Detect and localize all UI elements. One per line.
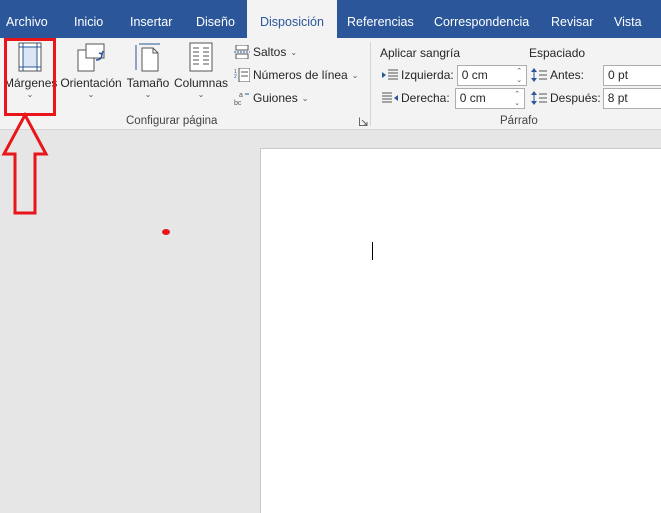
columns-label: Columnas: [173, 76, 229, 90]
chevron-down-icon: ⌄: [301, 93, 309, 103]
spin-arrows-icon[interactable]: ⌃ ⌄: [513, 90, 522, 108]
indent-title: Aplicar sangría: [380, 46, 461, 60]
spacing-before-label: Antes:: [550, 68, 585, 82]
spacing-before-icon: [531, 68, 547, 82]
spacing-before-row: Antes: 0 pt: [531, 64, 661, 86]
chevron-down-icon: ⌄: [87, 90, 95, 99]
annotation-up-arrow: [1, 112, 49, 215]
indent-right-label: Derecha:: [401, 91, 450, 105]
spin-arrows-icon[interactable]: ⌃ ⌄: [515, 67, 524, 85]
indent-left-row: Izquierda: 0 cm ⌃ ⌄: [382, 64, 527, 86]
line-numbers-icon: 1 2: [234, 68, 250, 82]
group-separator: [370, 42, 371, 126]
indent-left-label: Izquierda:: [401, 68, 454, 82]
spacing-before-value: 0 pt: [608, 67, 629, 82]
size-icon: [135, 43, 160, 72]
indent-left-icon: [382, 69, 398, 80]
size-label: Tamaño: [126, 76, 170, 90]
tab-vista[interactable]: Vista: [614, 0, 642, 38]
orientation-icon: [77, 43, 105, 72]
spacing-after-row: Después: 8 pt: [531, 87, 661, 109]
line-numbers-label: Números de línea: [253, 68, 348, 82]
page-setup-group-label: Configurar página: [126, 115, 218, 127]
tab-correspondencia[interactable]: Correspondencia: [434, 0, 529, 38]
text-cursor: [372, 242, 373, 260]
ribbon-panel: Márgenes ⌄ Orientación ⌄ Tamaño ⌄ Column…: [0, 38, 661, 130]
indent-right-row: Derecha: 0 cm ⌃ ⌄: [382, 87, 525, 109]
paragraph-group-label: Párrafo: [500, 115, 538, 127]
spacing-after-value: 8 pt: [607, 90, 628, 105]
spacing-after-icon: [531, 91, 547, 105]
columns-icon: [189, 42, 213, 72]
hyphenation-label: Guiones: [253, 91, 298, 105]
chevron-down-icon: ⌄: [351, 70, 359, 80]
tab-insertar[interactable]: Insertar: [130, 0, 172, 38]
ribbon-tab-bar: Archivo Inicio Insertar Diseño Disposici…: [0, 0, 661, 38]
chevron-down-icon: ⌄: [197, 90, 205, 99]
indent-left-value: 0 cm: [461, 67, 488, 82]
document-page[interactable]: [260, 148, 661, 513]
breaks-icon: [234, 45, 250, 59]
tab-inicio[interactable]: Inicio: [74, 0, 103, 38]
size-button[interactable]: Tamaño ⌄: [126, 42, 170, 108]
breaks-button[interactable]: Saltos ⌄: [234, 42, 297, 62]
hyphenation-icon: a bc: [234, 92, 249, 106]
indent-left-input[interactable]: 0 cm ⌃ ⌄: [456, 64, 527, 86]
line-numbers-button[interactable]: 1 2 Números de línea ⌄: [234, 65, 358, 85]
spacing-title: Espaciado: [529, 46, 586, 60]
chevron-down-icon: ⌄: [144, 90, 152, 99]
svg-text:2: 2: [234, 74, 237, 80]
tab-revisar[interactable]: Revisar: [551, 0, 593, 38]
svg-text:bc: bc: [234, 100, 242, 106]
columns-button[interactable]: Columnas ⌄: [173, 42, 229, 108]
tab-archivo[interactable]: Archivo: [6, 0, 48, 38]
tab-diseno[interactable]: Diseño: [196, 0, 235, 38]
svg-text:a: a: [239, 92, 243, 99]
annotation-highlight-box: [4, 38, 56, 116]
tab-referencias[interactable]: Referencias: [347, 0, 414, 38]
chevron-down-icon: ⌄: [290, 47, 298, 57]
annotation-dot: [162, 229, 170, 235]
breaks-label: Saltos: [253, 45, 287, 59]
spacing-after-label: Después:: [550, 91, 601, 105]
hyphenation-button[interactable]: a bc Guiones ⌄: [234, 88, 308, 108]
indent-right-input[interactable]: 0 cm ⌃ ⌄: [454, 87, 525, 109]
spacing-after-input[interactable]: 8 pt: [602, 87, 661, 109]
orientation-label: Orientación: [60, 76, 122, 90]
dialog-launcher-icon[interactable]: [359, 117, 368, 126]
orientation-button[interactable]: Orientación ⌄: [60, 42, 122, 108]
tab-disposicion[interactable]: Disposición: [247, 0, 337, 38]
indent-right-value: 0 cm: [459, 90, 486, 105]
indent-right-icon: [382, 92, 398, 103]
spacing-before-input[interactable]: 0 pt: [603, 64, 661, 86]
